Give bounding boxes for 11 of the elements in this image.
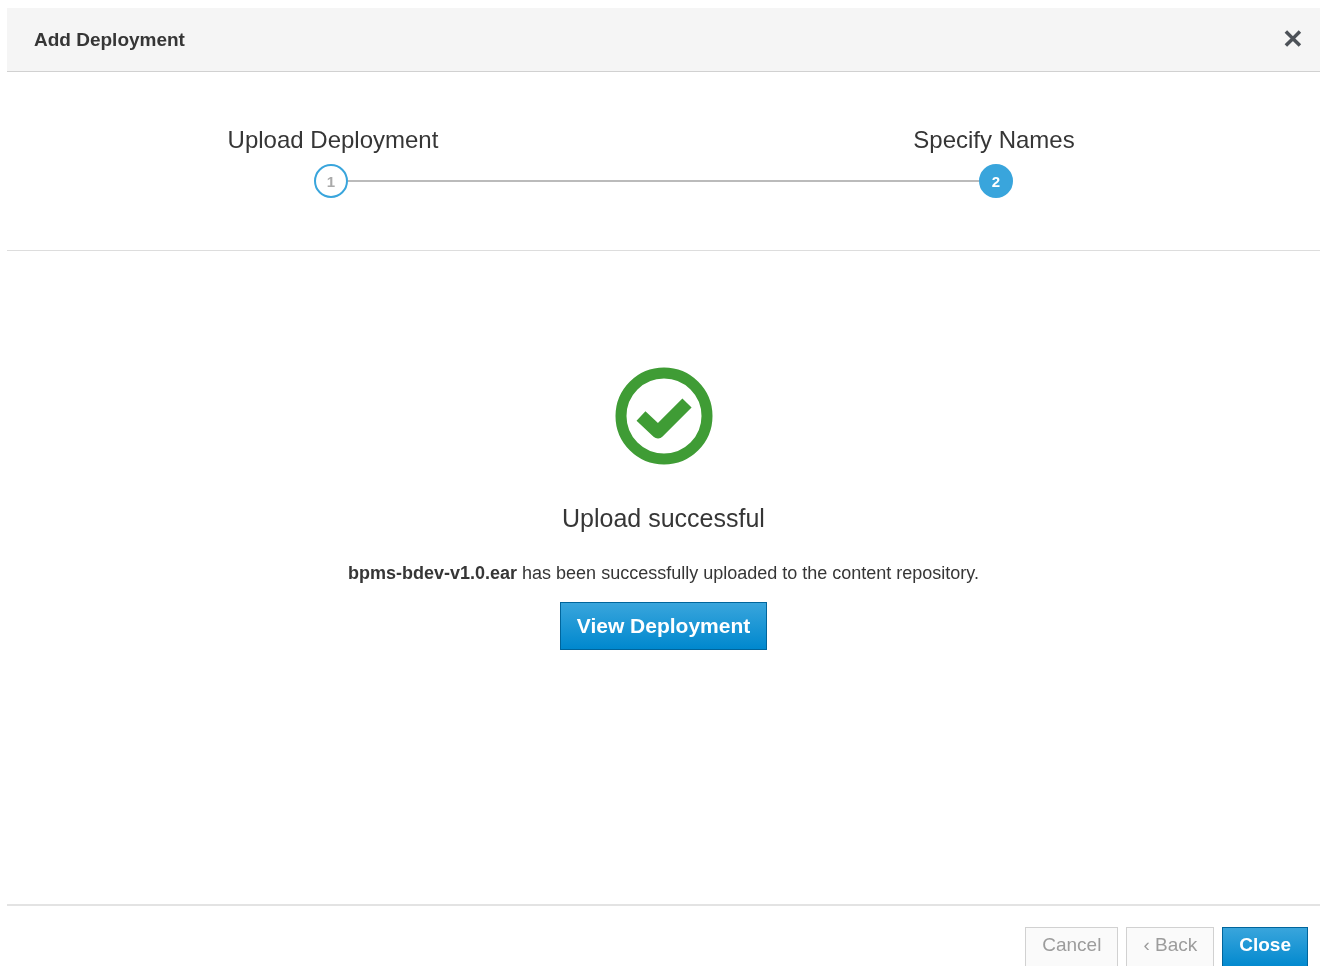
result-heading: Upload successful (562, 504, 765, 533)
success-check-icon (613, 366, 714, 466)
close-button[interactable]: ✕ (1278, 24, 1308, 55)
view-deployment-button[interactable]: View Deployment (559, 602, 768, 650)
step-number[interactable]: 1 (314, 164, 348, 198)
footer-button[interactable]: Close (1222, 927, 1308, 966)
result-message: bpms-bdev-v1.0.ear has been successfully uploaded to the content repository. (348, 563, 979, 584)
step-label: Specify Names (912, 126, 1076, 154)
dialog-title: Add Deployment (34, 28, 185, 51)
step-label: Upload Deployment (226, 126, 440, 154)
step-number[interactable]: 2 (979, 164, 1013, 198)
